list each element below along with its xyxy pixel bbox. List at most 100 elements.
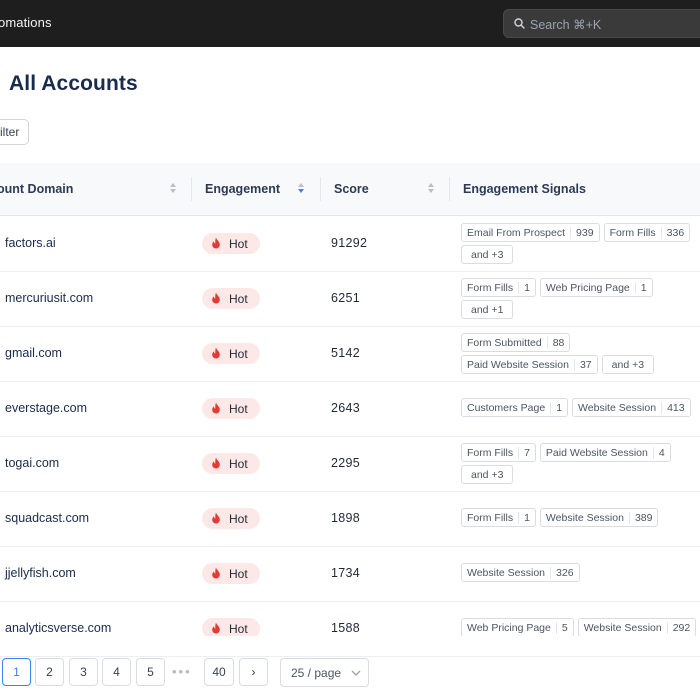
page-button-last[interactable]: 40: [204, 658, 234, 686]
app-title: omations: [0, 15, 52, 30]
search-placeholder: Search ⌘+K: [530, 18, 602, 32]
signal-name: Form Fills: [609, 226, 656, 239]
signal-chip[interactable]: Form Submitted 88: [461, 333, 571, 352]
column-header-engagement[interactable]: Engagement: [205, 182, 280, 196]
engagement-badge: Hot: [202, 233, 260, 254]
signal-chip[interactable]: Customers Page 1: [461, 398, 569, 417]
table-row[interactable]: everstage.com Hot 2643 Customers Page 1 Websi…: [0, 382, 700, 437]
table-row[interactable]: mercuriusit.com Hot 6251 Form Fills 1 Web Pri…: [0, 272, 700, 327]
signal-chip[interactable]: Website Session 413: [572, 398, 691, 417]
flame-icon: [212, 347, 220, 359]
engagement-signals: Website Session 326: [461, 563, 700, 585]
signal-count: 88: [546, 336, 570, 349]
table-row[interactable]: jjellyfish.com Hot 1734 Website Session 326: [0, 547, 700, 602]
signal-chip[interactable]: Web Pricing Page 5: [461, 618, 574, 637]
score-value: 1588: [331, 621, 361, 635]
signal-name: Website Session: [583, 621, 662, 634]
signal-chip[interactable]: Website Session 326: [461, 563, 580, 582]
account-domain[interactable]: mercuriusit.com: [5, 291, 93, 305]
score-value: 1898: [331, 511, 361, 525]
score-value: 91292: [331, 236, 368, 250]
signal-name: Website Session: [545, 511, 624, 524]
table-row[interactable]: squadcast.com Hot 1898 Form Fills 1 Website S…: [0, 492, 700, 547]
more-signals-chip[interactable]: and +3: [601, 355, 655, 374]
column-header-score[interactable]: Score: [334, 182, 369, 196]
table-row[interactable]: gmail.com Hot 5142 Form Submitted 88 Paid Web…: [0, 327, 700, 382]
search-icon: [514, 18, 525, 29]
top-bar: omations Search ⌘+K: [0, 0, 700, 47]
sort-icon[interactable]: [428, 183, 435, 195]
engagement-signals: Email From Prospect 939 Form Fills 336 and +…: [461, 223, 700, 267]
search-input[interactable]: Search ⌘+K: [503, 9, 700, 38]
page-button-1[interactable]: 1: [2, 658, 31, 686]
flame-icon: [212, 567, 220, 579]
page-button-4[interactable]: 4: [102, 658, 131, 686]
engagement-signals: Form Fills 1 Website Session 389: [461, 508, 700, 530]
pagination-ellipsis[interactable]: •••: [172, 664, 192, 679]
account-domain[interactable]: jjellyfish.com: [5, 566, 76, 580]
column-header-domain[interactable]: ount Domain: [0, 182, 73, 196]
more-signals-chip[interactable]: and +3: [461, 465, 514, 484]
sort-icon-active[interactable]: [298, 183, 305, 195]
page-button-3[interactable]: 3: [69, 658, 98, 686]
signal-count: 939: [570, 226, 599, 239]
signal-count: 336: [660, 226, 690, 239]
engagement-label: Hot: [229, 567, 248, 581]
page-button-5[interactable]: 5: [136, 658, 165, 686]
signal-count: 1: [550, 401, 567, 414]
signal-name: Customers Page: [467, 401, 546, 414]
signal-name: Website Session: [578, 401, 657, 414]
table-row[interactable]: factors.ai Hot 91292 Email From Prospect 939…: [0, 217, 700, 272]
flame-icon: [212, 622, 220, 634]
engagement-badge: Hot: [202, 563, 260, 584]
flame-icon: [212, 402, 220, 414]
signal-name: Form Fills: [467, 511, 514, 524]
next-page-button[interactable]: ›: [239, 658, 268, 686]
signal-chip[interactable]: Form Fills 336: [603, 223, 691, 242]
account-domain[interactable]: togai.com: [5, 456, 59, 470]
signal-chip[interactable]: Web Pricing Page 1: [539, 278, 653, 297]
signal-chip[interactable]: Paid Website Session 37: [461, 355, 598, 374]
account-domain[interactable]: factors.ai: [5, 236, 56, 250]
flame-icon: [212, 292, 220, 304]
signal-chip[interactable]: Form Fills 7: [461, 443, 536, 462]
signal-count: 4: [652, 446, 670, 459]
engagement-label: Hot: [229, 292, 248, 306]
engagement-label: Hot: [229, 402, 248, 416]
filter-button[interactable]: ilter: [0, 119, 29, 145]
signal-name: Form Fills: [467, 281, 514, 294]
account-domain[interactable]: analyticsverse.com: [5, 621, 111, 635]
more-signals-chip[interactable]: and +1: [461, 300, 514, 319]
page-size-select[interactable]: 25 / page: [280, 658, 369, 687]
score-value: 5142: [331, 346, 361, 360]
signal-chip[interactable]: Email From Prospect 939: [461, 223, 600, 242]
signal-name: Web Pricing Page: [545, 281, 630, 294]
engagement-signals: Customers Page 1 Website Session 413: [461, 398, 700, 420]
signal-name: Form Fills: [467, 446, 514, 459]
signal-chip[interactable]: Form Fills 1: [461, 278, 536, 297]
engagement-label: Hot: [229, 347, 248, 361]
page-button-2[interactable]: 2: [35, 658, 64, 686]
filter-button-label: ilter: [0, 125, 20, 139]
signal-chip[interactable]: Website Session 292: [577, 618, 697, 637]
table-row[interactable]: togai.com Hot 2295 Form Fills 7 Paid Website …: [0, 437, 700, 492]
signal-chip[interactable]: Paid Website Session 4: [539, 443, 671, 462]
signal-name: Email From Prospect: [467, 226, 566, 239]
account-domain[interactable]: squadcast.com: [5, 511, 89, 525]
signal-name: Form Submitted: [467, 336, 542, 349]
signal-chip[interactable]: Website Session 389: [539, 508, 659, 527]
engagement-label: Hot: [229, 237, 248, 251]
more-signals-chip[interactable]: and +3: [461, 245, 514, 264]
engagement-badge: Hot: [202, 453, 260, 474]
table-row[interactable]: analyticsverse.com Hot 1588 Web Pricing Pag…: [0, 602, 700, 657]
signal-name: Paid Website Session: [545, 446, 648, 459]
account-domain[interactable]: gmail.com: [5, 346, 62, 360]
signal-chip[interactable]: Form Fills 1: [461, 508, 536, 527]
signal-count: 413: [661, 401, 690, 414]
signal-count: 292: [666, 621, 696, 634]
engagement-signals: Form Fills 1 Web Pricing Page 1 and +1: [461, 278, 700, 322]
sort-icon[interactable]: [170, 183, 177, 195]
signal-count: 326: [550, 566, 579, 579]
flame-icon: [212, 512, 220, 524]
account-domain[interactable]: everstage.com: [5, 401, 87, 415]
